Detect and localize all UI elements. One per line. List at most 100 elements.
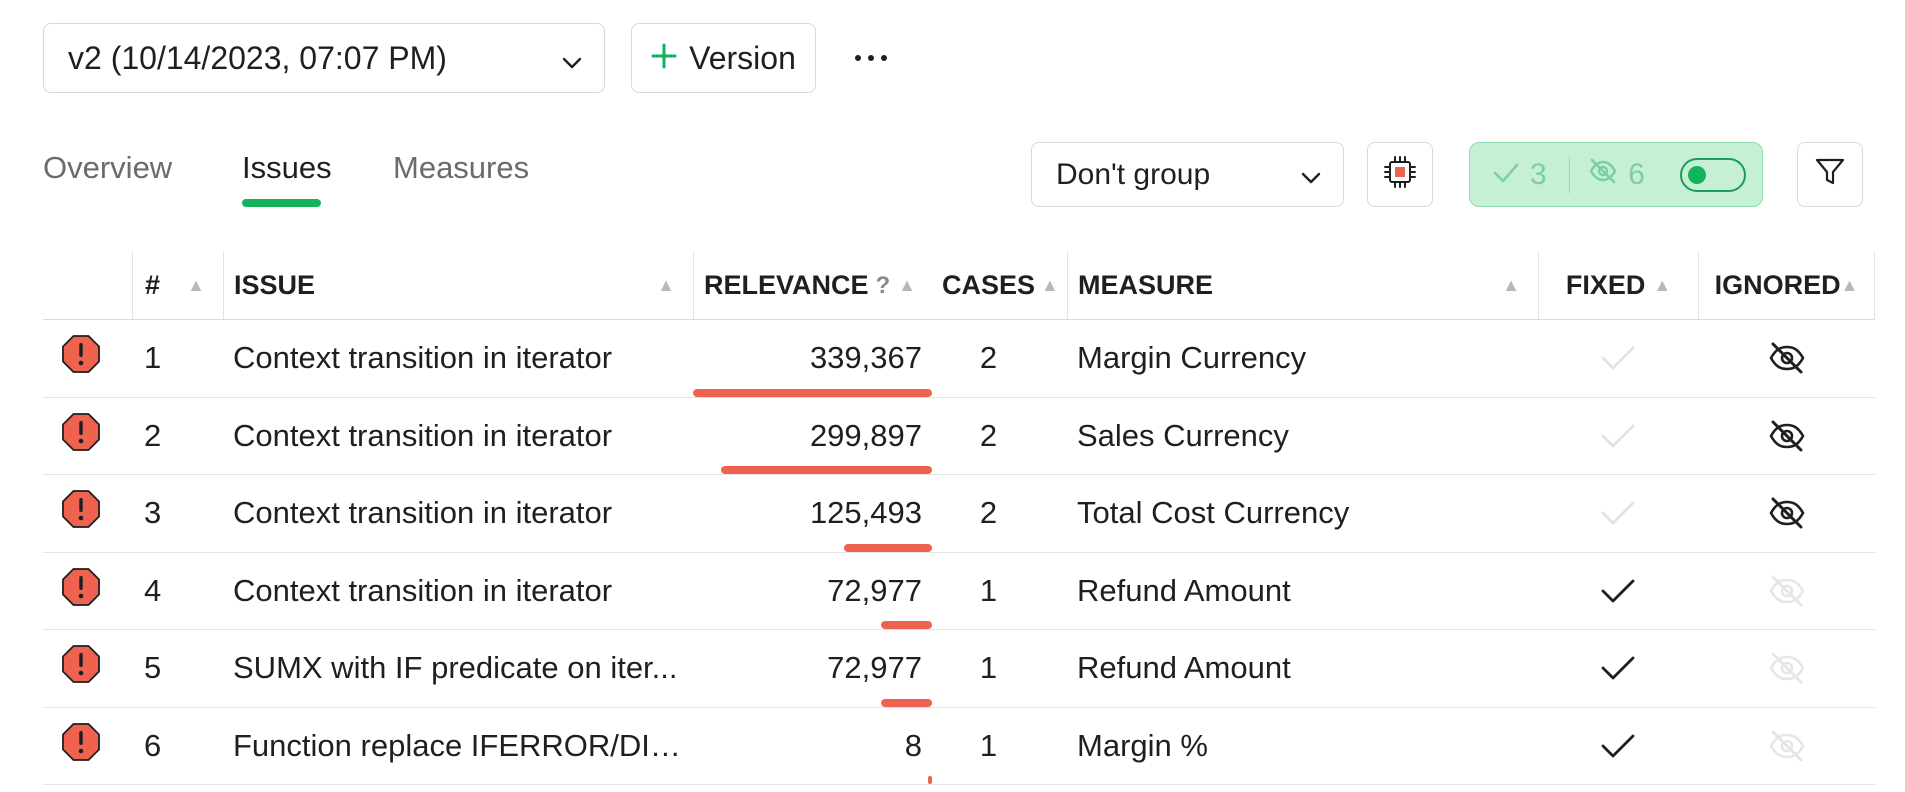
chevron-down-icon <box>562 40 582 77</box>
check-icon[interactable] <box>1600 499 1636 527</box>
sort-up-icon: ▲ <box>1041 275 1059 295</box>
fixed-filter[interactable]: 3 <box>1492 158 1547 192</box>
measure-name[interactable]: Total Cost Currency <box>1077 475 1538 552</box>
measure-name[interactable]: Sales Currency <box>1077 398 1538 475</box>
header-issue-label: ISSUE <box>234 270 316 300</box>
relevance-value: 125,493 <box>809 495 922 531</box>
table-row[interactable]: 4 Context transition in iterator 72,977 1 Re… <box>43 553 1875 630</box>
tab-overview[interactable]: Overview <box>43 150 172 186</box>
cases-count: 2 <box>979 495 998 531</box>
check-icon[interactable] <box>1600 654 1636 682</box>
sort-up-icon: ▲ <box>1840 275 1859 295</box>
error-octagon-icon <box>61 489 101 537</box>
table-row[interactable]: 1 Context transition in iterator 339,367 2 M… <box>43 320 1875 398</box>
cases-count: 1 <box>979 727 998 763</box>
cases-count: 1 <box>979 650 998 686</box>
group-select[interactable]: Don't group <box>1031 142 1344 207</box>
table-row[interactable]: 5 SUMX with IF predicate on iter... 72,977… <box>43 630 1875 708</box>
add-version-button[interactable]: Version <box>631 23 816 93</box>
relevance-bar <box>720 466 932 474</box>
row-number: 2 <box>144 417 162 453</box>
row-number: 6 <box>144 727 162 763</box>
check-icon <box>1492 158 1520 192</box>
issue-name[interactable]: Context transition in iterator <box>233 398 683 475</box>
header-relevance[interactable]: RELEVANCE ? ▲ <box>693 252 932 319</box>
measure-name[interactable]: Refund Amount <box>1077 630 1538 707</box>
ignored-count: 6 <box>1628 157 1645 191</box>
row-number: 5 <box>144 650 162 686</box>
eye-off-icon <box>1588 158 1618 192</box>
fixed-cell <box>1538 475 1698 552</box>
check-icon[interactable] <box>1600 344 1636 372</box>
header-relevance-label: RELEVANCE <box>704 270 869 300</box>
eye-off-icon[interactable] <box>1768 575 1806 607</box>
filter-button[interactable] <box>1797 142 1863 207</box>
issue-name[interactable]: SUMX with IF predicate on iter... <box>233 630 683 707</box>
table-row[interactable]: 6 Function replace IFERROR/DIV... 8 1 Margin… <box>43 708 1875 785</box>
group-select-value: Don't group <box>1056 157 1211 191</box>
issues-page: v2 (10/14/2023, 07:07 PM) Version Overvi… <box>0 0 1905 792</box>
version-select[interactable]: v2 (10/14/2023, 07:07 PM) <box>43 23 605 93</box>
header-fixed-label: FIXED <box>1565 270 1646 300</box>
measure-name[interactable]: Margin Currency <box>1077 320 1538 397</box>
check-icon[interactable] <box>1600 732 1636 760</box>
table-row[interactable]: 3 Context transition in iterator 125,493 2 T… <box>43 475 1875 553</box>
cases-count: 1 <box>979 572 998 608</box>
measure-name[interactable]: Refund Amount <box>1077 553 1538 630</box>
table-row[interactable]: 2 Context transition in iterator 299,897 2 S… <box>43 398 1875 475</box>
fixed-cell <box>1538 398 1698 475</box>
more-options-button[interactable] <box>846 34 896 82</box>
measure-name[interactable]: Margin % <box>1077 708 1538 785</box>
severity-cell <box>61 320 111 397</box>
ignored-cell <box>1698 553 1875 630</box>
eye-off-icon[interactable] <box>1768 420 1806 452</box>
header-ignored[interactable]: IGNORED ▲ <box>1698 252 1875 319</box>
ignored-filter[interactable]: 6 <box>1588 158 1645 192</box>
header-number-label: # <box>145 270 161 300</box>
relevance-bar <box>693 388 932 397</box>
add-version-label: Version <box>689 39 796 76</box>
show-resolved-toggle[interactable] <box>1680 157 1746 192</box>
sort-up-icon: ▲ <box>657 275 675 295</box>
header-cases[interactable]: CASES ▲ <box>932 252 1067 319</box>
help-icon[interactable]: ? <box>876 272 891 300</box>
relevance-value: 8 <box>904 727 922 763</box>
issue-name[interactable]: Context transition in iterator <box>233 320 683 397</box>
tab-issues[interactable]: Issues <box>242 150 332 186</box>
check-icon[interactable] <box>1600 577 1636 605</box>
fixed-count: 3 <box>1530 157 1547 191</box>
tab-measures[interactable]: Measures <box>393 150 529 186</box>
header-cases-label: CASES <box>942 270 1036 300</box>
sort-up-icon: ▲ <box>898 275 916 295</box>
relevance-value: 299,897 <box>809 417 922 453</box>
fixed-cell <box>1538 630 1698 707</box>
header-ignored-label: IGNORED <box>1714 270 1841 300</box>
header-fixed[interactable]: FIXED ▲ <box>1538 252 1698 319</box>
filter-icon <box>1814 156 1846 193</box>
header-issue[interactable]: ISSUE ▲ <box>223 252 693 319</box>
header-number[interactable]: # ▲ <box>132 252 223 319</box>
version-select-value: v2 (10/14/2023, 07:07 PM) <box>68 39 447 76</box>
relevance-bar <box>843 543 932 552</box>
cases-count: 2 <box>979 417 998 453</box>
chevron-down-icon <box>1301 158 1321 192</box>
toggle-knob <box>1688 165 1706 184</box>
issue-name[interactable]: Context transition in iterator <box>233 475 683 552</box>
severity-cell <box>61 708 111 785</box>
eye-off-icon[interactable] <box>1768 730 1806 762</box>
check-icon[interactable] <box>1600 422 1636 450</box>
table-body: 1 Context transition in iterator 339,367 2 M… <box>43 320 1875 785</box>
analyzer-button[interactable] <box>1367 142 1433 207</box>
more-horizontal-icon <box>854 49 888 67</box>
error-octagon-icon <box>61 334 101 382</box>
issue-name[interactable]: Function replace IFERROR/DIV... <box>233 708 683 785</box>
cases-count: 2 <box>979 340 998 376</box>
issue-name[interactable]: Context transition in iterator <box>233 553 683 630</box>
error-octagon-icon <box>61 644 101 692</box>
error-octagon-icon <box>61 722 101 770</box>
eye-off-icon[interactable] <box>1768 342 1806 374</box>
header-measure[interactable]: MEASURE ▲ <box>1067 252 1538 319</box>
eye-off-icon[interactable] <box>1768 497 1806 529</box>
eye-off-icon[interactable] <box>1768 652 1806 684</box>
relevance-value: 72,977 <box>827 650 922 686</box>
